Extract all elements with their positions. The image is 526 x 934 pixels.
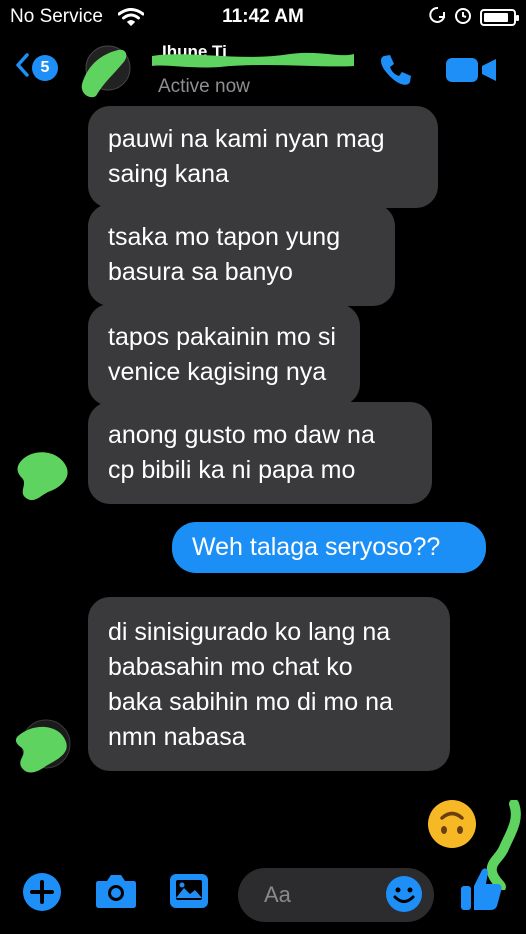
message-line: babasahin mo chat ko xyxy=(108,653,353,681)
message-line: Weh talaga seryoso?? xyxy=(192,533,441,561)
message-incoming[interactable]: tsaka mo tapon yung basura sa banyo xyxy=(88,204,395,306)
message-line: anong gusto mo daw na xyxy=(108,421,375,449)
back-button[interactable]: 5 xyxy=(14,52,58,83)
message-incoming[interactable]: pauwi na kami nyan mag saing kana xyxy=(88,106,438,208)
status-icons xyxy=(428,6,519,29)
thumbs-up-icon[interactable] xyxy=(458,864,504,919)
message-incoming[interactable]: anong gusto mo daw na cp bibili ka ni pa… xyxy=(88,402,432,504)
message-incoming[interactable]: di sinisigurado ko lang na babasahin mo … xyxy=(88,597,450,771)
phone-icon[interactable] xyxy=(378,52,414,93)
message-line: baka sabihin mo di mo na xyxy=(108,688,393,716)
contact-avatar-redacted xyxy=(14,448,74,509)
contact-avatar-redacted xyxy=(12,716,74,783)
message-line: venice kagising nya xyxy=(108,358,327,386)
message-line: di sinisigurado ko lang na xyxy=(108,618,391,646)
conversation-header: 5 Ihune Ti Active now xyxy=(0,34,526,108)
message-line: cp bibili ka ni papa mo xyxy=(108,456,356,484)
unread-badge: 5 xyxy=(32,54,58,81)
message-line: pauwi na kami nyan mag xyxy=(108,125,385,153)
video-camera-icon[interactable] xyxy=(444,56,498,89)
emoji-icon[interactable] xyxy=(384,874,424,919)
message-line: basura sa banyo xyxy=(108,258,293,286)
message-incoming[interactable]: tapos pakainin mo si venice kagising nya xyxy=(88,304,360,406)
orientation-lock-icon xyxy=(428,6,446,29)
back-chevron-icon xyxy=(14,52,30,83)
upside-down-face-icon xyxy=(426,798,478,850)
active-status: Active now xyxy=(158,76,250,97)
contact-avatar[interactable] xyxy=(78,44,134,100)
contact-name-redacted: Ihune Ti xyxy=(150,42,355,68)
plus-icon[interactable] xyxy=(22,872,62,917)
alarm-icon xyxy=(454,6,472,29)
status-bar: No Service 11:42 AM xyxy=(0,0,526,34)
message-line: nmn nabasa xyxy=(108,723,246,751)
message-outgoing[interactable]: Weh talaga seryoso?? xyxy=(172,522,486,573)
battery-level xyxy=(484,13,508,22)
camera-icon[interactable] xyxy=(94,872,138,915)
message-line: saing kana xyxy=(108,160,229,188)
message-line: tapos pakainin mo si xyxy=(108,323,336,351)
gallery-icon[interactable] xyxy=(168,872,210,915)
composer-bar: Aa xyxy=(0,852,526,934)
battery-icon xyxy=(480,9,519,26)
message-line: tsaka mo tapon yung xyxy=(108,223,341,251)
